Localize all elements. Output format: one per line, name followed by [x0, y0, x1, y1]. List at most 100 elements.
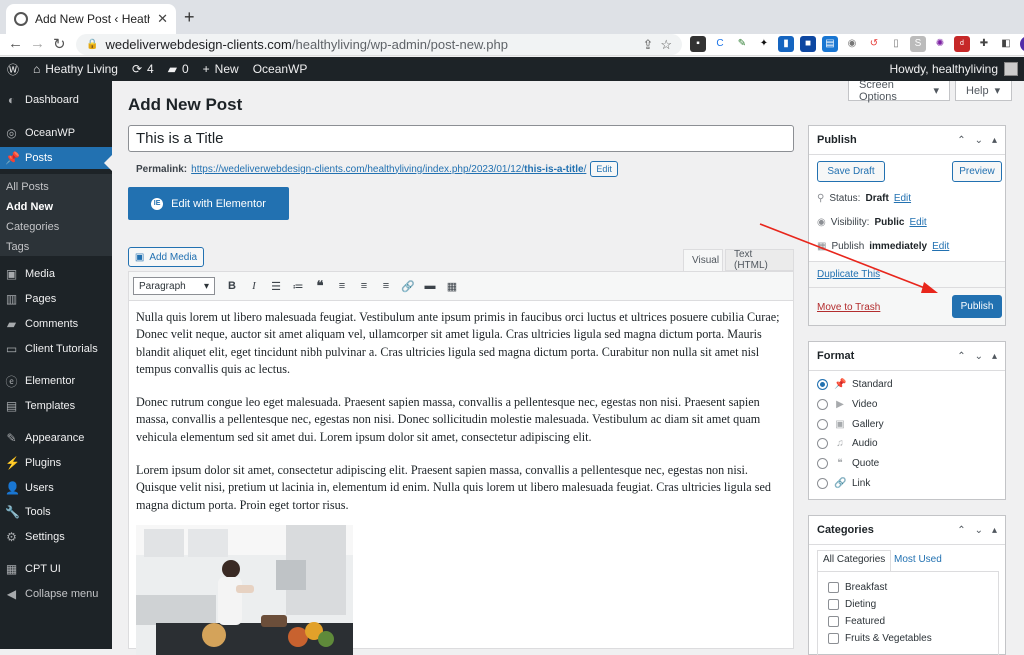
visibility-edit-link[interactable]: Edit — [909, 217, 926, 228]
new-tab-icon[interactable]: + — [184, 7, 195, 28]
address-bar[interactable]: 🔒 wedeliverwebdesign-clients.com/healthy… — [76, 34, 682, 55]
format-option-video[interactable]: ▶Video — [817, 399, 877, 410]
extension-icon[interactable]: d — [954, 36, 970, 52]
align-center-icon[interactable]: ≡ — [353, 280, 375, 292]
collapse-toggle-icon[interactable]: ▴ — [992, 135, 997, 146]
status-edit-link[interactable]: Edit — [894, 193, 911, 204]
forward-icon[interactable]: → — [30, 35, 45, 52]
extension-icon[interactable]: S — [910, 36, 926, 52]
sidebar-item-client-tutorials[interactable]: ▭Client Tutorials — [0, 338, 112, 360]
submenu-categories[interactable]: Categories — [6, 221, 59, 233]
move-up-icon[interactable]: ⌃ — [957, 351, 965, 362]
blockquote-icon[interactable]: ❝ — [309, 278, 331, 294]
toolbar-toggle-icon[interactable]: ▦ — [441, 280, 463, 293]
edit-with-elementor-button[interactable]: IE Edit with Elementor — [128, 187, 289, 220]
link-icon[interactable]: 🔗 — [397, 280, 419, 293]
screen-options-button[interactable]: Screen Options▾ — [848, 81, 950, 101]
help-button[interactable]: Help▾ — [955, 81, 1012, 101]
preview-button[interactable]: Preview — [952, 161, 1002, 182]
editor-content[interactable]: Nulla quis lorem ut libero malesuada feu… — [136, 309, 786, 530]
read-more-icon[interactable]: ▬ — [419, 280, 441, 292]
sidebar-item-oceanwp[interactable]: ◎OceanWP — [0, 122, 112, 144]
bullet-list-icon[interactable]: ☰ — [265, 280, 287, 293]
extension-icon[interactable]: C — [712, 36, 728, 52]
post-title-input[interactable]: This is a Title — [128, 125, 794, 152]
format-option-link[interactable]: 🔗Link — [817, 478, 870, 489]
move-down-icon[interactable]: ⌄ — [975, 351, 983, 362]
permalink-link[interactable]: https://wedeliverwebdesign-clients.com/h… — [191, 164, 586, 175]
sidepanel-icon[interactable]: ◧ — [998, 36, 1014, 52]
profile-avatar-icon[interactable]: ● — [1020, 36, 1024, 52]
extension-icon[interactable]: ▯ — [888, 36, 904, 52]
numbered-list-icon[interactable]: ≔ — [287, 280, 309, 293]
submenu-tags[interactable]: Tags — [6, 241, 29, 253]
camera-icon[interactable]: ◉ — [844, 36, 860, 52]
schedule-edit-link[interactable]: Edit — [932, 241, 949, 252]
publish-box-header[interactable]: Publish ⌃⌄▴ — [809, 126, 1005, 155]
collapse-toggle-icon[interactable]: ▴ — [992, 525, 997, 536]
format-option-quote[interactable]: ❝Quote — [817, 458, 879, 469]
submenu-all-posts[interactable]: All Posts — [6, 181, 49, 193]
site-name-link[interactable]: ⌂Heathy Living — [26, 57, 125, 81]
align-left-icon[interactable]: ≡ — [331, 280, 353, 292]
format-option-gallery[interactable]: ▣Gallery — [817, 419, 884, 430]
move-down-icon[interactable]: ⌄ — [975, 525, 983, 536]
permalink-edit-button[interactable]: Edit — [590, 161, 618, 177]
sidebar-item-plugins[interactable]: ⚡Plugins — [0, 452, 112, 474]
tab-most-used[interactable]: Most Used — [894, 554, 942, 565]
extension-icon[interactable]: ✺ — [932, 36, 948, 52]
format-option-audio[interactable]: ♫Audio — [817, 438, 878, 449]
extension-icon[interactable]: ▮ — [778, 36, 794, 52]
category-breakfast[interactable]: Breakfast — [828, 582, 887, 593]
sidebar-item-posts[interactable]: 📌Posts — [0, 147, 112, 169]
updates-link[interactable]: ⟳4 — [125, 57, 161, 81]
collapse-toggle-icon[interactable]: ▴ — [992, 351, 997, 362]
bold-icon[interactable]: B — [221, 280, 243, 292]
submenu-add-new[interactable]: Add New — [6, 201, 53, 213]
tab-visual[interactable]: Visual — [683, 249, 723, 271]
new-content-link[interactable]: +New — [196, 57, 246, 81]
browser-tab[interactable]: Add New Post ‹ Heathy Living ✕ — [6, 4, 176, 34]
sidebar-item-media[interactable]: ▣Media — [0, 263, 112, 285]
oceanwp-link[interactable]: OceanWP — [246, 57, 315, 81]
sidebar-item-settings[interactable]: ⚙Settings — [0, 526, 112, 548]
close-tab-icon[interactable]: ✕ — [157, 11, 168, 27]
wp-logo-icon[interactable]: Ⓦ — [0, 57, 26, 81]
tab-text-html[interactable]: Text (HTML) — [725, 249, 794, 271]
format-option-standard[interactable]: 📌Standard — [817, 379, 893, 390]
move-down-icon[interactable]: ⌄ — [975, 135, 983, 146]
category-featured[interactable]: Featured — [828, 616, 885, 627]
sidebar-item-pages[interactable]: ▥Pages — [0, 288, 112, 310]
tab-all-categories[interactable]: All Categories — [817, 550, 891, 572]
puzzle-icon[interactable]: ✚ — [976, 36, 992, 52]
category-fruits-vegetables[interactable]: Fruits & Vegetables — [828, 633, 932, 644]
collapse-menu-button[interactable]: ◀Collapse menu — [0, 583, 112, 605]
sidebar-item-appearance[interactable]: ✎Appearance — [0, 427, 112, 449]
move-to-trash-link[interactable]: Move to Trash — [817, 302, 880, 313]
sidebar-item-cpt-ui[interactable]: ▦CPT UI — [0, 558, 112, 580]
format-box-header[interactable]: Format ⌃⌄▴ — [809, 342, 1005, 371]
bookmark-star-icon[interactable]: ☆ — [660, 37, 672, 53]
sidebar-item-comments[interactable]: ▰Comments — [0, 313, 112, 335]
reload-icon[interactable]: ↻ — [53, 35, 66, 53]
sidebar-item-templates[interactable]: ▤Templates — [0, 395, 112, 417]
share-icon[interactable]: ⇪ — [642, 37, 653, 53]
categories-box-header[interactable]: Categories ⌃⌄▴ — [809, 516, 1005, 545]
post-image[interactable] — [136, 525, 353, 655]
sidebar-item-users[interactable]: 👤Users — [0, 477, 112, 499]
extension-icon[interactable]: ▪ — [690, 36, 706, 52]
sidebar-item-tools[interactable]: 🔧Tools — [0, 501, 112, 523]
comments-link[interactable]: ▰0 — [161, 57, 196, 81]
category-dieting[interactable]: Dieting — [828, 599, 876, 610]
move-up-icon[interactable]: ⌃ — [957, 525, 965, 536]
add-media-button[interactable]: ▣ Add Media — [128, 247, 204, 267]
align-right-icon[interactable]: ≡ — [375, 280, 397, 292]
format-select[interactable]: Paragraph▾ — [133, 277, 215, 295]
move-up-icon[interactable]: ⌃ — [957, 135, 965, 146]
publish-button[interactable]: Publish — [952, 295, 1002, 318]
italic-icon[interactable]: I — [243, 280, 265, 292]
extension-icon[interactable]: ✦ — [756, 36, 772, 52]
sidebar-item-elementor[interactable]: ⓔElementor — [0, 370, 112, 392]
sidebar-item-dashboard[interactable]: ◐Dashboard — [0, 89, 112, 111]
extension-icon[interactable]: ↺ — [866, 36, 882, 52]
